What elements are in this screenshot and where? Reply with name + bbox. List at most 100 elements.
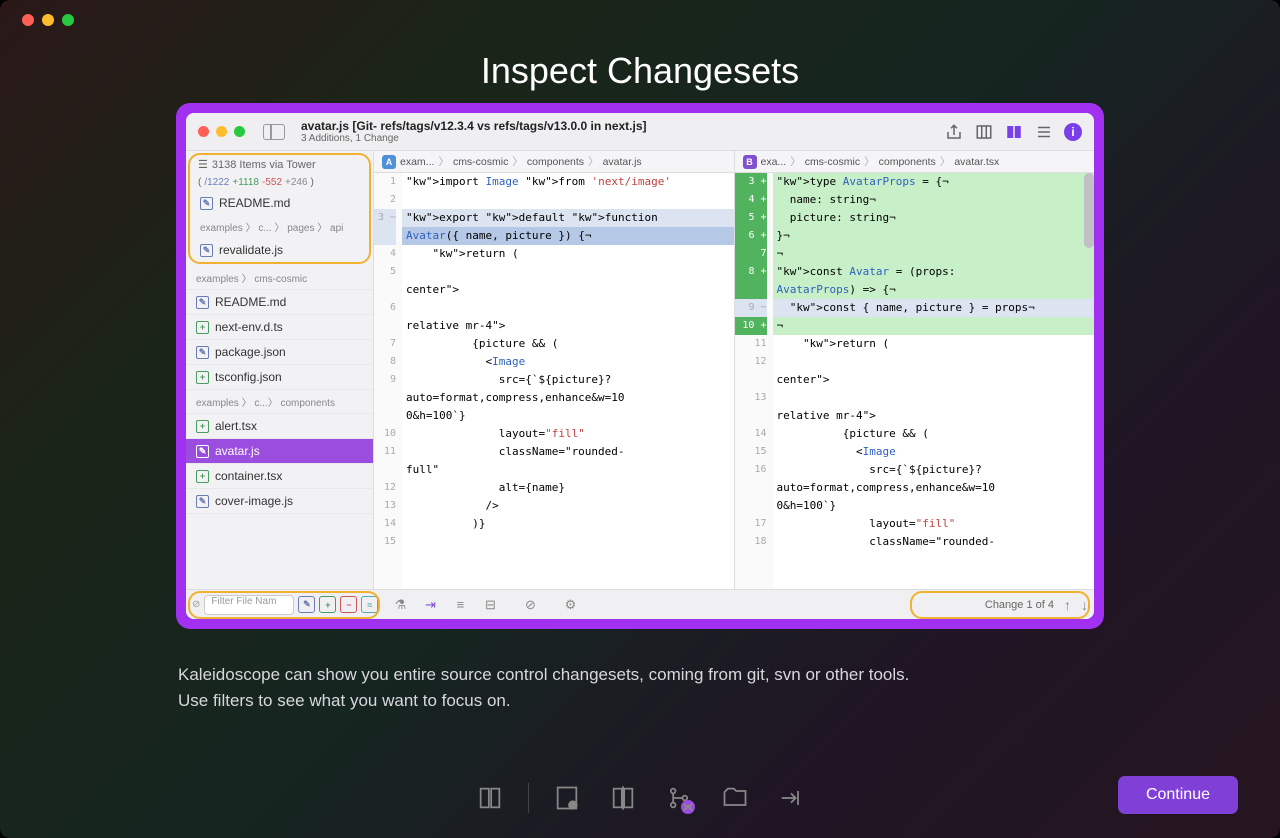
nav-step-icon[interactable] [605, 780, 641, 816]
file-name-label: tsconfig.json [215, 370, 282, 384]
breadcrumb-segment[interactable]: components [527, 156, 584, 168]
page-title: Inspect Changesets [0, 50, 1280, 92]
columns-icon[interactable] [974, 122, 994, 142]
code-line: 0&h=100`} [402, 407, 734, 425]
modified-file-icon: ✎ [200, 244, 213, 257]
sidebar-file-item[interactable]: ✎ revalidate.js [190, 238, 369, 262]
nav-step-icon[interactable] [661, 780, 697, 816]
line-number: 9 [374, 371, 396, 389]
code-line: full" [402, 461, 734, 479]
code-line: name: string¬ [773, 191, 1095, 209]
code-line: ¬ [773, 317, 1095, 335]
inner-close-icon[interactable] [198, 126, 209, 137]
nav-step-icon[interactable] [773, 780, 809, 816]
filter-input[interactable]: Filter File Nam [204, 595, 294, 615]
filter-other-button[interactable]: ≈ [361, 596, 378, 613]
breadcrumb-segment[interactable]: cms-cosmic [453, 156, 508, 168]
toolbar-icon[interactable]: ⊟ [482, 597, 498, 613]
code-line: <Image [402, 353, 734, 371]
chevron-right-icon: 〉 [790, 154, 801, 169]
code-line: "kw">return ( [773, 335, 1095, 353]
line-number [374, 461, 396, 479]
minimize-dot-icon[interactable] [42, 14, 54, 26]
line-number: 18 [735, 533, 767, 551]
breadcrumb-segment[interactable]: exam... [400, 156, 434, 168]
close-dot-icon[interactable] [22, 14, 34, 26]
line-number [735, 371, 767, 389]
stat-other: +246 [285, 177, 308, 188]
next-change-button[interactable]: ↓ [1081, 597, 1088, 613]
stat-modified: /1222 [204, 177, 229, 188]
code-line: AvatarProps) => {¬ [773, 281, 1095, 299]
line-number [735, 497, 767, 515]
gear-icon[interactable]: ⚙ [562, 597, 578, 613]
sidebar-file-item[interactable]: ✎ README.md [186, 290, 373, 315]
share-icon[interactable] [944, 122, 964, 142]
stat-deleted: -552 [262, 177, 282, 188]
nav-step-icon[interactable] [549, 780, 585, 816]
line-number: 2 [374, 191, 396, 209]
window-traffic-lights [22, 14, 74, 26]
sidebar-file-item[interactable]: ✎README.md [190, 191, 369, 215]
sidebar-file-item[interactable]: +tsconfig.json [186, 365, 373, 390]
sidebar-file-item[interactable]: ✎package.json [186, 340, 373, 365]
breadcrumb-segment[interactable]: avatar.js [603, 156, 642, 168]
nav-step-icon[interactable] [717, 780, 753, 816]
nav-step-icon[interactable] [472, 780, 508, 816]
sidebar-path: examples 〉 c...〉 components [186, 390, 373, 414]
code-line: center"> [402, 281, 734, 299]
zoom-dot-icon[interactable] [62, 14, 74, 26]
window-title: avatar.js [Git- refs/tags/v12.3.4 vs ref… [301, 119, 944, 133]
unified-icon[interactable] [1034, 122, 1054, 142]
line-number [374, 317, 396, 335]
line-number: 3 ~ [374, 209, 396, 227]
line-number: 10 [374, 425, 396, 443]
fluid-icon[interactable] [1004, 122, 1024, 142]
line-number: 9 ~ [735, 299, 767, 317]
file-name-label: revalidate.js [219, 243, 283, 257]
line-number: 10 + [735, 317, 767, 335]
sidebar-file-item[interactable]: ✎avatar.js [186, 439, 373, 464]
filter-modified-button[interactable]: ✎ [298, 596, 315, 613]
prev-change-button[interactable]: ↑ [1064, 597, 1071, 613]
line-number: 15 [735, 443, 767, 461]
info-icon[interactable]: i [1064, 123, 1082, 141]
diff-pane-a[interactable]: 123 ~456789101112131415 "kw">import Imag… [374, 173, 735, 589]
filter-deleted-button[interactable]: − [340, 596, 357, 613]
breadcrumb-segment[interactable]: cms-cosmic [805, 156, 860, 168]
file-name-label: alert.tsx [215, 419, 257, 433]
change-counter: Change 1 of 4 [985, 599, 1054, 611]
diff-panes: 123 ~456789101112131415 "kw">import Imag… [374, 173, 1094, 589]
code-line: 0&h=100`} [773, 497, 1095, 515]
line-number: 12 [735, 353, 767, 371]
modified-file-icon: ✎ [196, 296, 209, 309]
sidebar-file-item[interactable]: ✎cover-image.js [186, 489, 373, 514]
continue-button[interactable]: Continue [1118, 776, 1238, 814]
diff-pane-b[interactable]: 3 +4 +5 +6 +78 +9 ~10 +1112131415161718 … [735, 173, 1095, 589]
line-number: 13 [374, 497, 396, 515]
toolbar-icon[interactable]: ≡ [452, 597, 468, 613]
inner-zoom-icon[interactable] [234, 126, 245, 137]
scrollbar-icon[interactable] [1084, 173, 1094, 248]
code-line: Avatar({ name, picture }) {¬ [402, 227, 734, 245]
sidebar-file-item[interactable]: +next-env.d.ts [186, 315, 373, 340]
toolbar-icon[interactable]: ⚗ [392, 597, 408, 613]
code-line: }¬ [773, 227, 1095, 245]
line-number [374, 389, 396, 407]
breadcrumb-segment[interactable]: avatar.tsx [954, 156, 999, 168]
window-subtitle: 3 Additions, 1 Change [301, 133, 944, 144]
chevron-right-icon: 〉 [864, 154, 875, 169]
inner-minimize-icon[interactable] [216, 126, 227, 137]
toolbar-icon[interactable]: ⇥ [422, 597, 438, 613]
added-file-icon: + [196, 470, 209, 483]
line-number [735, 281, 767, 299]
code-line: {picture && ( [402, 335, 734, 353]
breadcrumb-segment[interactable]: components [879, 156, 936, 168]
toolbar-icon[interactable]: ⊘ [522, 597, 538, 613]
sidebar-file-item[interactable]: +container.tsx [186, 464, 373, 489]
filter-added-button[interactable]: + [319, 596, 336, 613]
sidebar-file-item[interactable]: +alert.tsx [186, 414, 373, 439]
file-name-label: README.md [215, 295, 286, 309]
breadcrumb-segment[interactable]: exa... [761, 156, 787, 168]
sidebar-toggle-icon[interactable] [263, 124, 285, 140]
